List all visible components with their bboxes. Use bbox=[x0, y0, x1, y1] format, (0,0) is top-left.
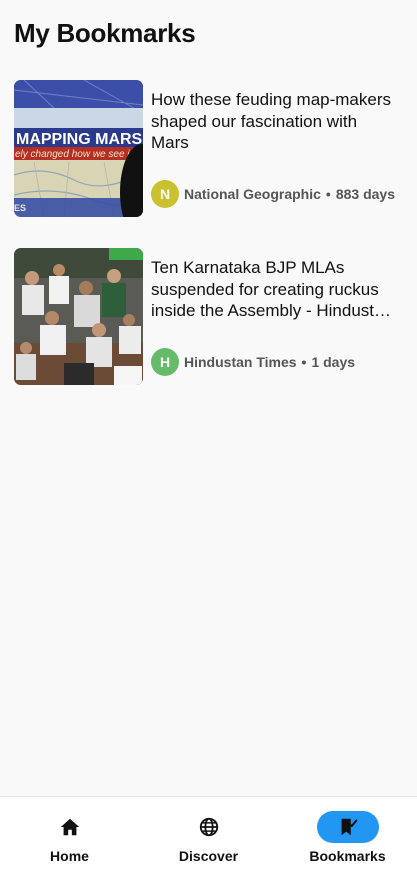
nav-icon-container-active bbox=[316, 811, 379, 843]
nav-icon-container bbox=[178, 811, 240, 843]
article-meta: H Hindustan Times • 1 days bbox=[151, 348, 355, 376]
source-avatar: N bbox=[151, 180, 179, 208]
meta-separator: • bbox=[325, 186, 331, 202]
bookmark-check-icon bbox=[341, 818, 357, 836]
thumb-corner-text: ES bbox=[14, 203, 26, 213]
article-title[interactable]: How these feuding map-makers shaped our … bbox=[151, 89, 396, 154]
home-icon bbox=[60, 818, 79, 836]
screen: My Bookmarks MAPPING MARS ely changed ho… bbox=[0, 0, 417, 874]
bookmark-card[interactable]: Ten Karnataka BJP MLAs suspended for cre… bbox=[14, 248, 404, 385]
article-thumbnail bbox=[14, 248, 143, 385]
article-thumbnail: MAPPING MARS ely changed how we see it E… bbox=[14, 80, 143, 217]
bookmark-card-body: Ten Karnataka BJP MLAs suspended for cre… bbox=[151, 248, 396, 385]
page-title: My Bookmarks bbox=[14, 18, 196, 48]
assembly-photo-image bbox=[14, 248, 143, 385]
bookmark-card[interactable]: MAPPING MARS ely changed how we see it E… bbox=[14, 80, 404, 217]
meta-separator: • bbox=[301, 354, 307, 370]
article-age: 883 days bbox=[335, 186, 395, 202]
nav-label: Bookmarks bbox=[309, 848, 386, 864]
nav-item-bookmarks[interactable]: Bookmarks bbox=[278, 797, 417, 874]
thumb-caption-text: ely changed how we see it bbox=[15, 149, 134, 160]
article-title[interactable]: Ten Karnataka BJP MLAs suspended for cre… bbox=[151, 257, 396, 322]
source-name: Hindustan Times bbox=[184, 354, 297, 370]
nav-label: Home bbox=[50, 848, 89, 864]
nav-item-discover[interactable]: Discover bbox=[139, 797, 278, 874]
thumb-title-text: MAPPING MARS bbox=[16, 131, 143, 148]
nav-label: Discover bbox=[178, 848, 239, 864]
bookmark-card-body: How these feuding map-makers shaped our … bbox=[151, 80, 396, 217]
bottom-navigation: Home Discover Bookmarks bbox=[0, 796, 417, 874]
source-avatar: H bbox=[151, 348, 179, 376]
article-meta: N National Geographic • 883 days bbox=[151, 180, 395, 208]
nav-icon-container bbox=[39, 811, 101, 843]
globe-icon bbox=[199, 817, 218, 837]
article-age: 1 days bbox=[311, 354, 356, 370]
mars-map-image: MAPPING MARS ely changed how we see it E… bbox=[14, 80, 143, 217]
source-name: National Geographic bbox=[184, 186, 321, 202]
nav-item-home[interactable]: Home bbox=[0, 797, 139, 874]
